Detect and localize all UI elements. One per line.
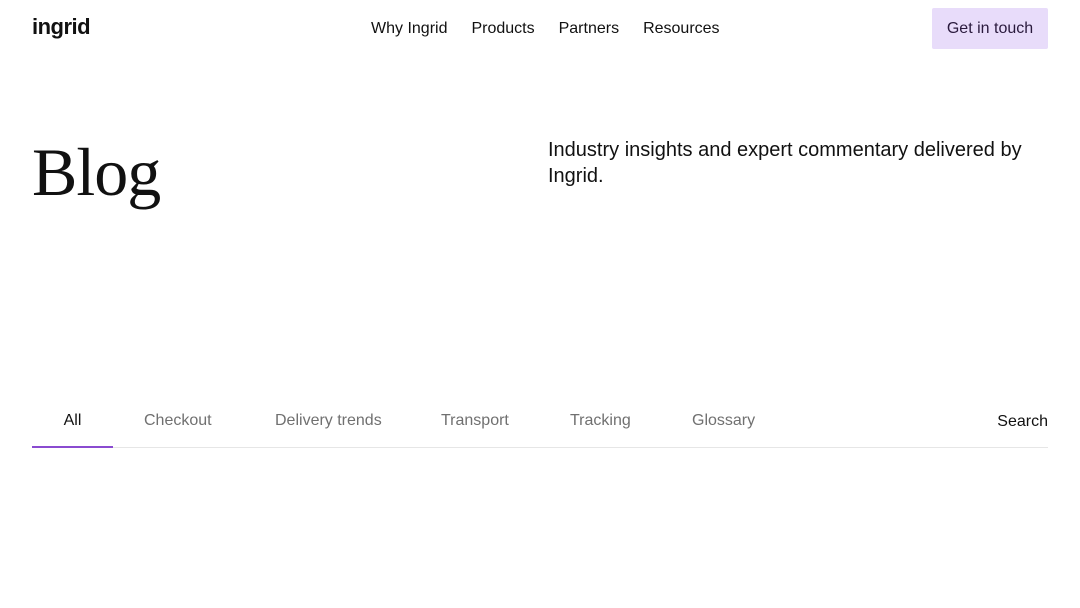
category-tabs: All Checkout Delivery trends Transport T… [32,398,1048,448]
page: ingrid Why Ingrid Products Partners Reso… [0,0,1080,608]
main-nav: Why Ingrid Products Partners Resources [371,19,720,39]
tab-checkout[interactable]: Checkout [144,398,212,446]
search-button[interactable]: Search [997,398,1048,446]
ingrid-logo[interactable]: ingrid [32,14,91,40]
nav-item-resources[interactable]: Resources [643,19,719,39]
tab-all[interactable]: All [32,398,113,448]
tab-glossary[interactable]: Glossary [692,398,755,446]
page-description: Industry insights and expert commentary … [548,139,1022,187]
nav-item-partners[interactable]: Partners [559,19,619,39]
page-title: Blog [32,134,161,210]
tab-transport[interactable]: Transport [441,398,509,446]
tab-tracking[interactable]: Tracking [570,398,631,446]
nav-item-products[interactable]: Products [471,19,534,39]
get-in-touch-button[interactable]: Get in touch [932,8,1048,49]
tab-delivery-trends[interactable]: Delivery trends [275,398,382,446]
nav-item-why-ingrid[interactable]: Why Ingrid [371,19,447,39]
